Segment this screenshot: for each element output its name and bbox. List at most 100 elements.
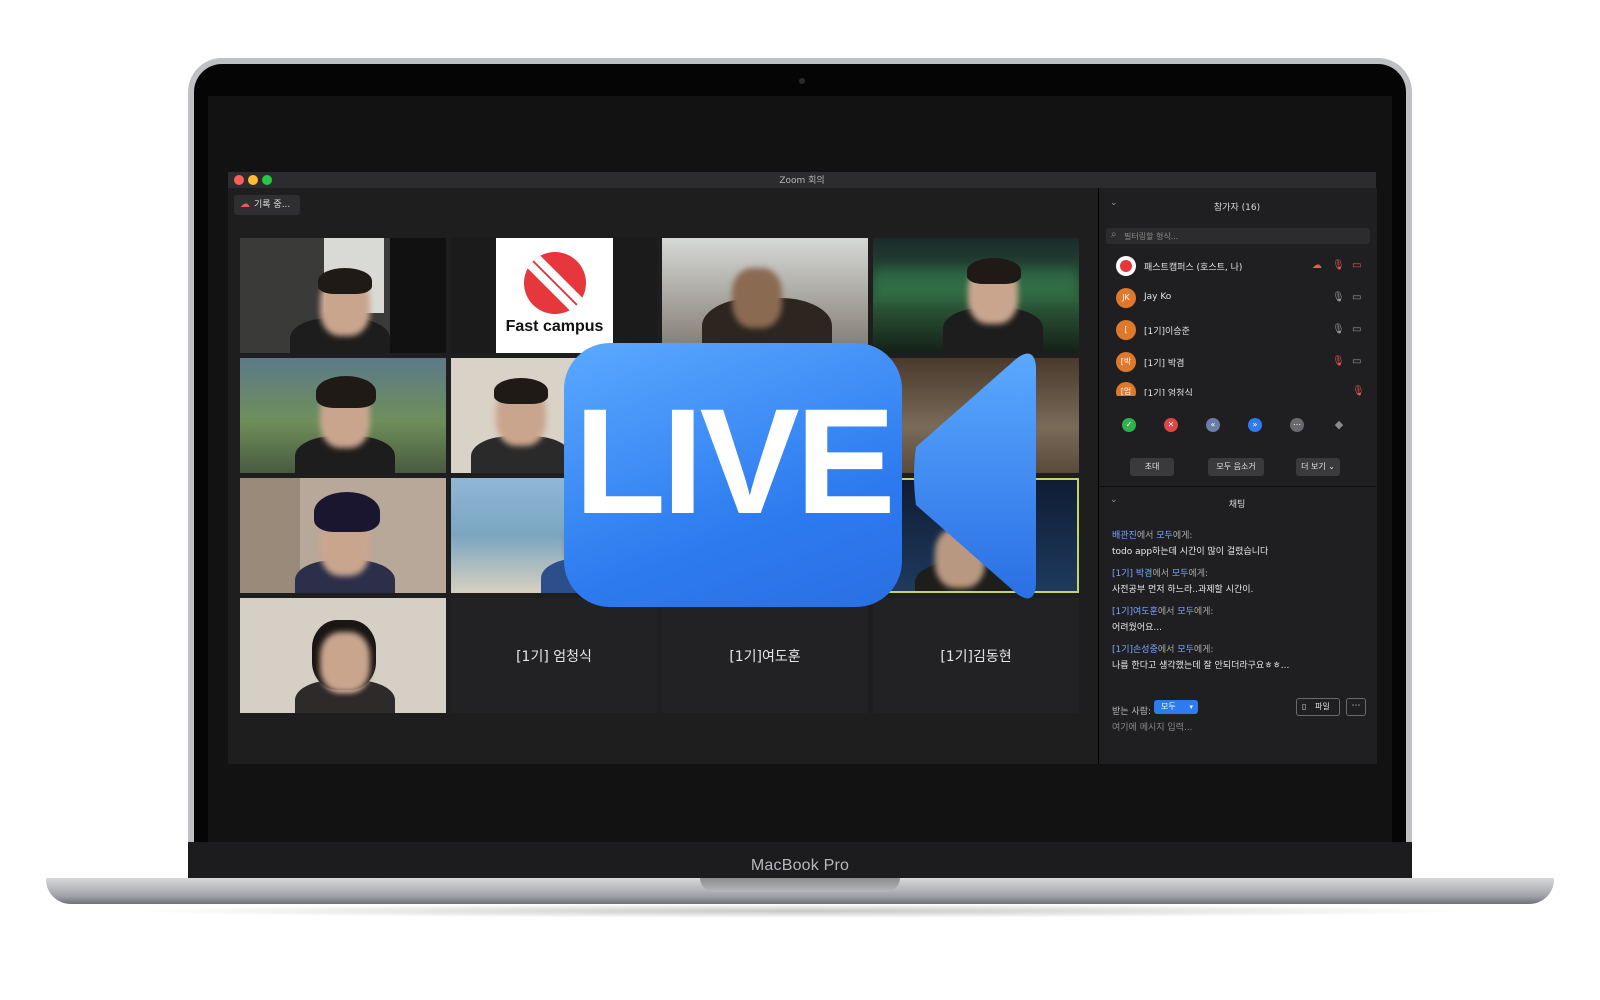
chevron-down-icon: ⌄	[1328, 462, 1335, 471]
name-tile[interactable]: [1기] 엄청식	[451, 598, 657, 713]
filter-placeholder: 필터링할 형식...	[1124, 232, 1179, 241]
invite-button[interactable]: 초대	[1130, 458, 1174, 476]
participant-name-label: [1기]여도훈	[729, 648, 801, 665]
chat-more-options-icon[interactable]: ⋯	[1346, 698, 1366, 716]
chat-sender: 배관진	[1112, 531, 1137, 541]
dropdown-caret-icon: ▾	[1189, 703, 1193, 711]
mic-icon[interactable]: 🎙︎	[1332, 324, 1345, 335]
clear-reactions-eraser-icon[interactable]: ◆	[1332, 418, 1346, 432]
participants-header: 참가자 (16)	[1213, 203, 1261, 213]
panel-divider	[1098, 486, 1376, 487]
participant-row[interactable]: 패스트캠퍼스 (호스트, 나) ☁ 🎙︎ ▭	[1116, 256, 1372, 278]
participant-row[interactable]: [ [1기]이승준 🎙︎ ▭	[1116, 320, 1372, 342]
chat-recipient: 모두	[1156, 531, 1173, 541]
chat-sender: [1기]여도훈	[1112, 607, 1158, 617]
host-avatar	[1116, 256, 1136, 276]
recording-label: 기록 중...	[254, 200, 291, 210]
chat-recipient-suffix: 에게:	[1172, 531, 1193, 541]
laptop-brand-label: MacBook Pro	[750, 857, 850, 874]
participant-row[interactable]: JK Jay Ko 🎙︎ ▭	[1116, 288, 1372, 310]
live-badge-text: LIVE	[574, 377, 895, 545]
faster-reaction-icon[interactable]: »	[1248, 418, 1262, 432]
cloud-record-icon: ☁	[1312, 260, 1322, 271]
avatar: [	[1116, 320, 1136, 340]
yes-reaction-icon[interactable]: ✓	[1122, 418, 1136, 432]
chat-message: [1기] 박겸에서 모두에게: 사전공부 먼저 하느라..과제할 시간이.	[1112, 566, 1362, 595]
video-icon[interactable]: ▭	[1352, 356, 1361, 367]
laptop-notch	[700, 878, 900, 892]
video-icon[interactable]: ▭	[1352, 292, 1361, 303]
mic-muted-icon[interactable]: 🎙︎	[1332, 260, 1345, 271]
file-button[interactable]: ▯ 파일	[1296, 698, 1340, 716]
participant-name: Jay Ko	[1144, 292, 1172, 302]
chat-recipient: 모두	[1171, 569, 1189, 579]
chat-text: 사전공부 먼저 하느라..과제할 시간이.	[1112, 585, 1254, 595]
recording-indicator[interactable]: ☁ 기록 중...	[234, 195, 300, 215]
chat-message: [1기]손성중에서 모두에게: 나름 한다고 생각했는데 잘 안되더라구요ㅎㅎ.…	[1112, 642, 1362, 671]
participants-filter-input[interactable]: ⌕ 필터링할 형식...	[1106, 228, 1370, 244]
cloud-record-icon: ☁	[240, 199, 250, 210]
chat-from-word: 에서	[1157, 607, 1175, 617]
name-tile[interactable]: [1기]김동현	[873, 598, 1079, 713]
fastcampus-logo-icon	[524, 252, 586, 314]
window-title: Zoom 회의	[779, 176, 825, 186]
recipient-value: 모두	[1161, 702, 1176, 711]
file-icon: ▯	[1302, 702, 1307, 711]
participant-name-label: [1기]김동현	[940, 648, 1012, 665]
video-camera-icon	[914, 353, 1036, 599]
mic-icon[interactable]: 🎙︎	[1332, 292, 1345, 303]
recipient-label: 받는 사람:	[1112, 707, 1152, 717]
chat-text: 나름 한다고 생각했는데 잘 안되더라구요ㅎㅎ...	[1112, 661, 1290, 671]
webcam	[799, 78, 805, 84]
chat-sender: [1기] 박겸	[1112, 569, 1153, 579]
name-tile[interactable]: [1기]여도훈	[662, 598, 868, 713]
recipient-select[interactable]: 모두 ▾	[1154, 700, 1198, 714]
participant-name: 패스트캠퍼스 (호스트, 나)	[1144, 263, 1243, 273]
video-tile[interactable]	[873, 238, 1079, 353]
video-tile[interactable]	[662, 238, 868, 353]
video-tile[interactable]	[240, 238, 446, 353]
video-tile[interactable]	[240, 478, 446, 593]
file-button-label: 파일	[1315, 702, 1330, 711]
mic-muted-icon[interactable]: 🎙︎	[1352, 386, 1365, 396]
video-tile-host-logo[interactable]: Fast campus	[451, 238, 657, 353]
video-tile[interactable]	[240, 598, 446, 713]
chat-message-input[interactable]: 여기에 메시지 입력...	[1112, 720, 1362, 736]
chat-text: todo app하는데 시간이 많이 걸렸습니다	[1112, 547, 1269, 557]
chat-sender: [1기]손성중	[1112, 645, 1158, 655]
chat-recipient: 모두	[1177, 607, 1194, 617]
more-reactions-icon[interactable]: ⋯	[1290, 418, 1304, 432]
mute-all-button[interactable]: 모두 음소거	[1208, 458, 1264, 476]
chat-from-word: 에서	[1136, 531, 1154, 541]
fastcampus-logo-text: Fast campus	[505, 318, 604, 335]
participant-row[interactable]: [박 [1기] 박겸 🎙︎ ▭	[1116, 352, 1372, 374]
laptop-shadow	[120, 904, 1480, 918]
avatar: [박	[1116, 352, 1136, 372]
video-off-icon[interactable]: ▭	[1352, 260, 1361, 271]
avatar: [엄	[1116, 382, 1136, 396]
slower-reaction-icon[interactable]: «	[1206, 418, 1220, 432]
video-tile[interactable]	[240, 358, 446, 473]
participant-name: [1기] 엄청식	[1144, 389, 1193, 396]
chat-text: 어려웠어요...	[1112, 623, 1162, 633]
participant-name: [1기] 박겸	[1144, 359, 1185, 369]
video-icon[interactable]: ▭	[1352, 324, 1361, 335]
chat-message: [1기]여도훈에서 모두에게: 어려웠어요...	[1112, 604, 1362, 633]
chat-recipient-suffix: 에게:	[1188, 569, 1209, 579]
participant-name-label: [1기] 엄청식	[516, 648, 592, 665]
chat-recipient-suffix: 에게:	[1193, 607, 1214, 617]
chat-recipient: 모두	[1177, 645, 1194, 655]
search-icon: ⌕	[1111, 229, 1117, 240]
no-reaction-icon[interactable]: ✕	[1164, 418, 1178, 432]
chat-from-word: 에서	[1152, 569, 1170, 579]
participant-row[interactable]: [엄 [1기] 엄청식 🎙︎	[1116, 382, 1372, 396]
mic-muted-icon[interactable]: 🎙︎	[1332, 356, 1345, 367]
participant-name: [1기]이승준	[1144, 327, 1190, 337]
chat-header: 채팅	[1228, 500, 1246, 510]
chat-message: 배관진에서 모두에게: todo app하는데 시간이 많이 걸렸습니다	[1112, 528, 1362, 557]
chat-from-word: 에서	[1157, 645, 1175, 655]
avatar: JK	[1116, 288, 1136, 308]
more-button[interactable]: 더 보기 ⌄	[1296, 458, 1340, 476]
more-button-label: 더 보기	[1301, 462, 1326, 471]
chat-recipient-suffix: 에게:	[1193, 645, 1214, 655]
